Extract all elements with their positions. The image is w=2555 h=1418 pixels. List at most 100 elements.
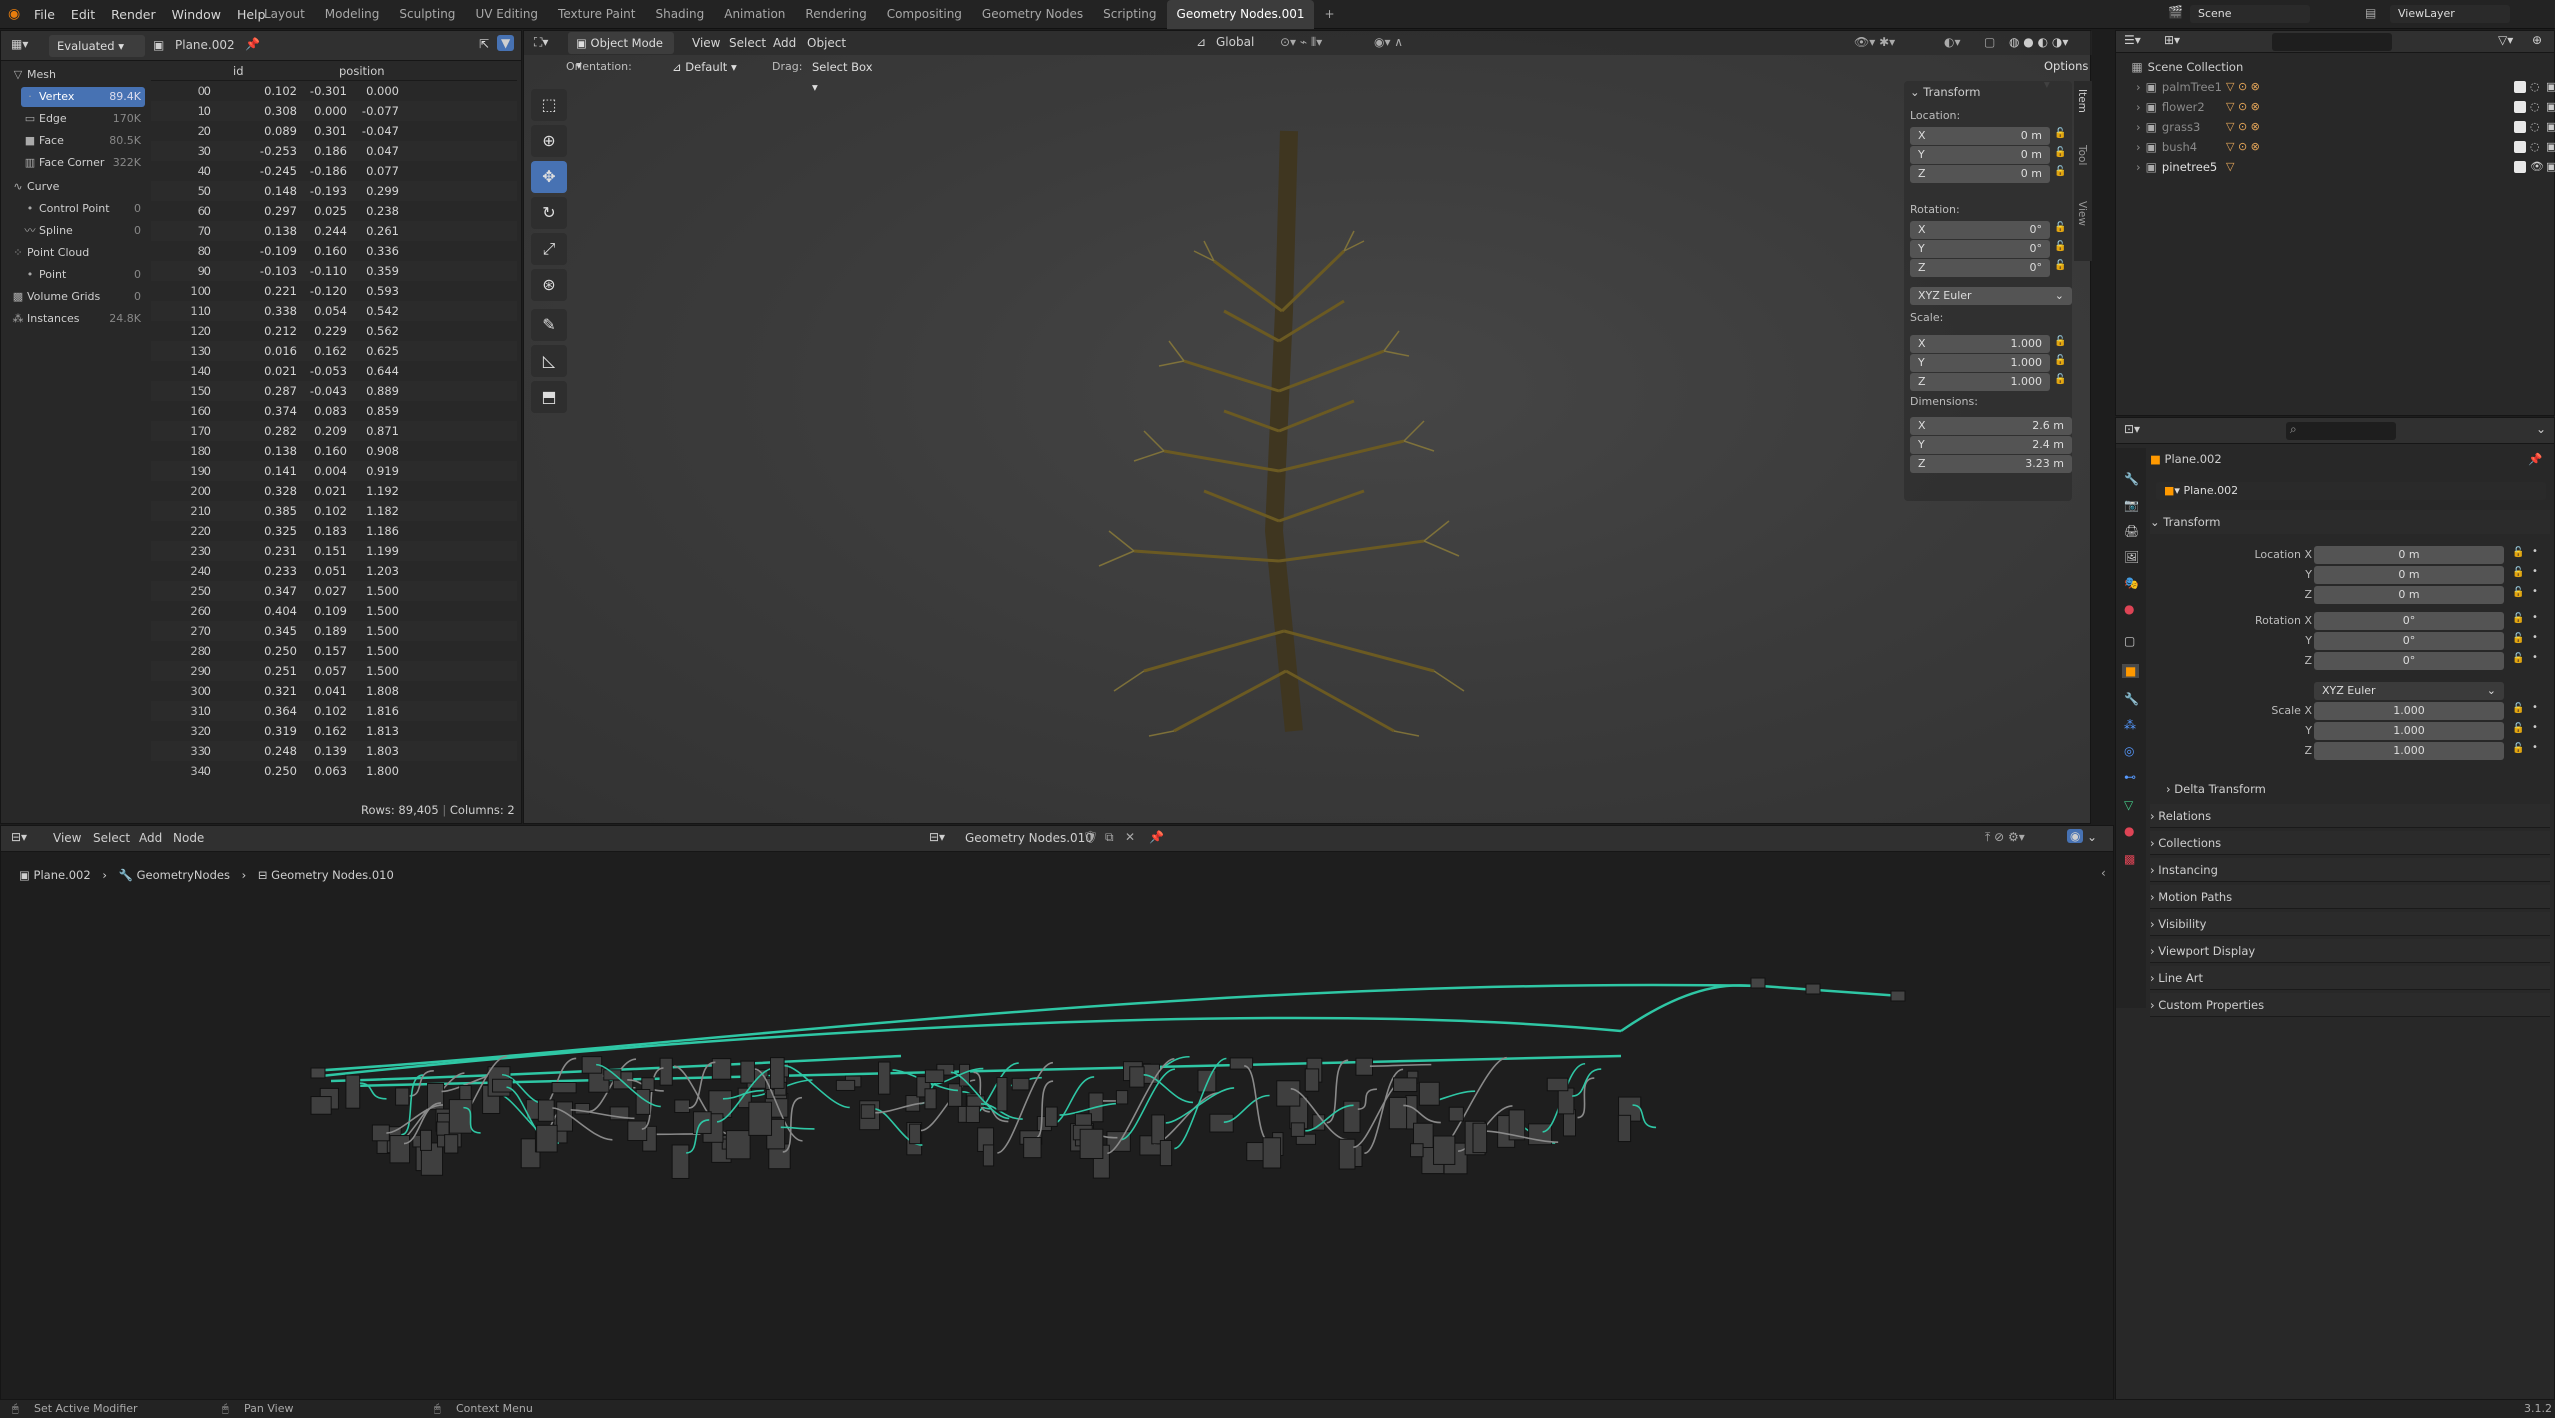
node[interactable] <box>982 1144 995 1167</box>
rotation-field[interactable]: 0° <box>2314 612 2504 630</box>
node-editor[interactable]: ⊟▾ View Select Add Node ⊟▾ Geometry Node… <box>0 825 2114 1400</box>
keyframe-icon[interactable]: • <box>2532 612 2538 623</box>
location-y-field[interactable]: Y 0 m <box>1910 146 2050 164</box>
annotate-tool[interactable]: ✎ <box>531 309 567 341</box>
filter-icon[interactable]: ▼ <box>497 35 515 51</box>
move-tool[interactable]: ✥ <box>531 161 567 193</box>
lock-icon[interactable]: 🔓 <box>2054 260 2066 271</box>
table-row[interactable]: 16 0 0.374 0.083 0.859 <box>151 401 517 421</box>
node[interactable] <box>1159 1140 1173 1167</box>
keyframe-icon[interactable]: • <box>2532 566 2538 577</box>
node[interactable] <box>310 1096 332 1115</box>
domain-face[interactable]: ■ Face 80.5K <box>21 131 145 151</box>
table-row[interactable]: 9 0 -0.103 -0.110 0.359 <box>151 261 517 281</box>
pin-icon[interactable]: 📌 <box>2528 448 2542 470</box>
keyframe-icon[interactable]: • <box>2532 586 2538 597</box>
node[interactable] <box>1448 1106 1464 1122</box>
column-id[interactable]: id <box>233 64 244 78</box>
node[interactable] <box>1433 1135 1456 1165</box>
menu-file[interactable]: File <box>26 0 63 29</box>
column-position[interactable]: position <box>339 64 385 78</box>
tab-compositing[interactable]: Compositing <box>877 0 972 29</box>
expand-arrow-icon[interactable]: › <box>2136 140 2144 154</box>
node[interactable] <box>1044 1106 1058 1127</box>
physics-tab-icon[interactable]: ◎ <box>2124 744 2134 758</box>
table-row[interactable]: 4 0 -0.245 -0.186 0.077 <box>151 161 517 181</box>
editor-type-icon[interactable]: ⊡▾ <box>2124 422 2140 436</box>
rotation-mode-dropdown[interactable]: XYZ Euler ⌄ <box>2314 682 2504 700</box>
node[interactable] <box>725 1130 751 1160</box>
table-row[interactable]: 28 0 0.250 0.157 1.500 <box>151 641 517 661</box>
node[interactable] <box>1557 1087 1575 1115</box>
table-row[interactable]: 26 0 0.404 0.109 1.500 <box>151 601 517 621</box>
tab-uv-editing[interactable]: UV Editing <box>465 0 548 29</box>
node[interactable] <box>748 1101 773 1136</box>
measure-tool[interactable]: ◺ <box>531 345 567 377</box>
eye-icon[interactable]: ◌ <box>2530 137 2540 157</box>
lock-icon[interactable]: 🔓 <box>2054 147 2066 158</box>
tool-tab-icon[interactable]: 🔧 <box>2124 472 2139 486</box>
domain-control-point[interactable]: • Control Point 0 <box>21 199 145 219</box>
menu-edit[interactable]: Edit <box>63 0 103 29</box>
node[interactable] <box>1388 1096 1408 1130</box>
texture-tab-icon[interactable]: ▩ <box>2124 852 2135 866</box>
tab-view[interactable]: View <box>2076 201 2088 226</box>
location-x-field[interactable]: X 0 m <box>1910 127 2050 145</box>
cursor-tool[interactable]: ⊕ <box>531 125 567 157</box>
eye-icon[interactable]: ◌ <box>2530 117 2540 137</box>
table-row[interactable]: 19 0 0.141 0.004 0.919 <box>151 461 517 481</box>
add-cube-tool[interactable]: ⬒ <box>531 381 567 413</box>
domain-mesh[interactable]: ▽ Mesh <box>9 65 145 85</box>
filter-icon[interactable]: ▽▾ <box>2498 33 2513 47</box>
location-field[interactable]: 0 m <box>2314 586 2504 604</box>
section-viewport-display[interactable]: › Viewport Display <box>2150 939 2550 963</box>
node[interactable] <box>1290 1122 1305 1137</box>
view-layer-selector[interactable]: ViewLayer <box>2390 5 2510 23</box>
node[interactable] <box>345 1074 361 1109</box>
table-row[interactable]: 22 0 0.325 0.183 1.186 <box>151 521 517 541</box>
section-relations[interactable]: › Relations <box>2150 804 2550 828</box>
table-row[interactable]: 7 0 0.138 0.244 0.261 <box>151 221 517 241</box>
table-row[interactable]: 33 0 0.248 0.139 1.803 <box>151 741 517 761</box>
table-row[interactable]: 14 0 0.021 -0.053 0.644 <box>151 361 517 381</box>
keyframe-icon[interactable]: • <box>2532 632 2538 643</box>
scale-z-field[interactable]: Z 1.000 <box>1910 373 2050 391</box>
node[interactable] <box>1805 983 1821 995</box>
render-icon[interactable]: ▣ <box>2546 97 2555 117</box>
transform-orientation-dropdown[interactable]: Global <box>1216 35 1254 49</box>
node[interactable] <box>536 1124 558 1153</box>
lock-icon[interactable]: 🔓 <box>2054 355 2066 366</box>
keyframe-icon[interactable]: • <box>2532 702 2538 713</box>
node[interactable] <box>671 1144 690 1179</box>
outliner-item-grass3[interactable]: › ▣ grass3 ▽ ⊙ ⊗ ◌ ▣ <box>2136 117 2555 137</box>
node[interactable] <box>878 1061 891 1095</box>
overlay-icon[interactable]: ◐▾ <box>1944 35 1961 49</box>
tab-tool[interactable]: Tool <box>2076 145 2088 165</box>
object-tab-icon[interactable]: ■ <box>2122 664 2140 678</box>
menu-render[interactable]: Render <box>103 0 164 29</box>
expand-arrow-icon[interactable]: › <box>2136 160 2144 174</box>
domain-point-cloud[interactable]: ⁘ Point Cloud <box>9 243 145 263</box>
selected-only-icon[interactable]: ⇱ <box>479 37 489 51</box>
node[interactable] <box>1209 1113 1234 1133</box>
dimensions-z-field[interactable]: Z 3.23 m <box>1910 455 2072 473</box>
expand-arrow-icon[interactable]: › <box>2136 120 2144 134</box>
object-datablock-field[interactable]: ■▾ Plane.002 <box>2156 482 2546 500</box>
domain-spline[interactable]: 〰 Spline 0 <box>21 221 145 241</box>
rotation-field[interactable]: 0° <box>2314 632 2504 650</box>
node[interactable] <box>1304 1068 1320 1092</box>
render-icon[interactable]: ▣ <box>2546 77 2555 97</box>
node[interactable] <box>966 1095 986 1107</box>
exclude-checkbox[interactable] <box>2514 101 2526 113</box>
viewport-menu-object[interactable]: Object <box>799 31 854 55</box>
table-row[interactable]: 27 0 0.345 0.189 1.500 <box>151 621 517 641</box>
node[interactable] <box>537 1099 555 1122</box>
rotation-z-field[interactable]: Z 0° <box>1910 259 2050 277</box>
node[interactable] <box>909 1123 921 1145</box>
outliner-item-bush4[interactable]: › ▣ bush4 ▽ ⊙ ⊗ ◌ ▣ <box>2136 137 2555 157</box>
view-layer-tab-icon[interactable]: 🖼 <box>2124 550 2139 564</box>
section-motion-paths[interactable]: › Motion Paths <box>2150 885 2550 909</box>
node[interactable] <box>740 1060 755 1084</box>
lock-icon[interactable]: 🔓 <box>2512 703 2524 714</box>
node[interactable] <box>420 1129 432 1151</box>
